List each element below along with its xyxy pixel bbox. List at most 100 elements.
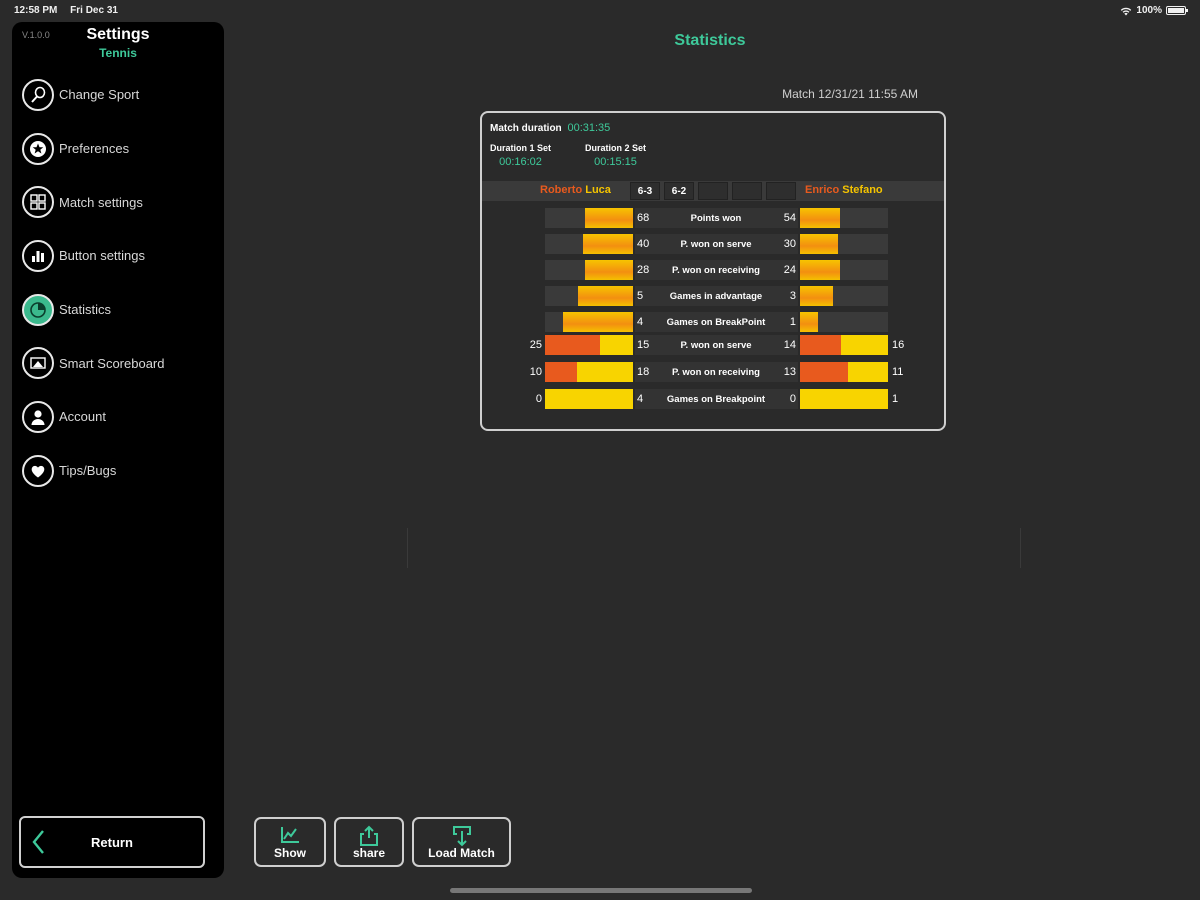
share-icon	[360, 825, 378, 846]
stat-row: 40 P. won on serve 30	[482, 234, 944, 256]
sidebar-item-account[interactable]: Account	[22, 390, 222, 444]
set1-duration: Duration 1 Set 00:16:02	[490, 143, 551, 168]
home-indicator[interactable]	[450, 888, 752, 893]
stat-left-value: 4	[637, 316, 644, 328]
sidebar-item-change-sport[interactable]: Change Sport	[22, 68, 222, 122]
left-split-bar	[545, 362, 633, 382]
sidebar-item-label: Tips/Bugs	[59, 463, 117, 479]
scoreboard-icon	[22, 347, 54, 380]
stat-row: 5 Games in advantage 3	[482, 286, 944, 308]
sidebar-item-tips-bugs[interactable]: Tips/Bugs	[22, 444, 222, 498]
right-split-bar	[800, 389, 888, 409]
stat-left-value: 28	[637, 264, 650, 276]
stat-left-value: 4	[637, 393, 644, 405]
stat-right-value: 0	[789, 393, 796, 405]
battery-icon	[1166, 6, 1188, 15]
stat-label: Games in advantage	[669, 291, 763, 302]
sidebar-title: Settings	[86, 26, 150, 43]
match-date: Match 12/31/21 11:55 AM	[782, 87, 918, 101]
stat-right-outer-value: 16	[892, 339, 905, 351]
match-duration-value: 00:31:35	[567, 122, 611, 134]
show-label: Show	[274, 846, 306, 860]
stat-right-value: 30	[783, 238, 796, 250]
stat-row: 25 15 P. won on serve 14 16	[482, 335, 944, 357]
sidebar-item-match-settings[interactable]: Match settings	[22, 175, 222, 229]
star-icon	[22, 132, 54, 165]
set-score	[732, 182, 762, 200]
status-date: Fri Dec 31	[70, 5, 118, 16]
right-split-bar	[800, 362, 888, 382]
set2-duration: Duration 2 Set 00:15:15	[585, 143, 646, 168]
set1-duration-label: Duration 1 Set	[490, 143, 552, 153]
stat-label: P. won on receiving	[672, 367, 760, 378]
stat-right-value: 3	[789, 290, 796, 302]
right-bar	[800, 260, 840, 280]
heart-icon	[22, 454, 54, 487]
stat-label: Games on Breakpoint	[666, 394, 766, 405]
player1-name: Roberto Luca	[540, 184, 611, 196]
right-split-bar	[800, 335, 888, 355]
stat-right-outer-value: 1	[892, 393, 899, 405]
left-bar	[578, 286, 633, 306]
player2-first-name: Enrico	[805, 184, 840, 196]
sidebar-subtitle: Tennis	[99, 46, 137, 60]
sidebar-item-label: Match settings	[59, 194, 143, 210]
stat-row: 4 Games on BreakPoint 1	[482, 312, 944, 334]
load-match-button[interactable]: Load Match	[412, 817, 511, 867]
set-score	[766, 182, 796, 200]
settings-menu: Change Sport Preferences Match settings …	[22, 68, 222, 498]
racket-icon	[22, 78, 54, 111]
user-icon	[22, 400, 54, 433]
stat-row: 10 18 P. won on receiving 13 11	[482, 362, 944, 384]
stat-left-value: 40	[637, 238, 650, 250]
sidebar-item-statistics[interactable]: Statistics	[22, 283, 222, 337]
stat-right-value: 14	[783, 339, 796, 351]
stat-right-outer-value: 11	[892, 366, 904, 378]
sidebar-item-label: Change Sport	[59, 87, 140, 103]
left-split-bar	[545, 335, 633, 355]
stat-left-outer-value: 25	[529, 339, 542, 351]
chart-icon	[281, 827, 299, 843]
status-bar: 12:58 PM Fri Dec 31 100%	[0, 0, 1200, 20]
status-time: 12:58 PM	[14, 5, 58, 16]
stat-row: 68 Points won 54	[482, 208, 944, 230]
match-duration: Match duration 00:31:35	[490, 122, 610, 134]
set-score: 6-3	[630, 182, 660, 200]
sidebar-item-button-settings[interactable]: Button settings	[22, 229, 222, 283]
left-bar	[583, 234, 633, 254]
stat-left-value: 68	[637, 212, 650, 224]
share-label: share	[352, 846, 386, 860]
left-bar	[585, 208, 633, 228]
show-button[interactable]: Show	[254, 817, 326, 867]
right-bar	[800, 312, 818, 332]
left-split-bar	[545, 389, 633, 409]
puzzle-icon	[22, 186, 54, 219]
statistics-card: Match duration 00:31:35 Duration 1 Set 0…	[480, 111, 946, 431]
battery-percent: 100%	[1136, 5, 1162, 16]
set-score	[698, 182, 728, 200]
buttons-icon	[22, 239, 54, 272]
right-bar	[800, 208, 840, 228]
set2-duration-label: Duration 2 Set	[585, 143, 647, 153]
right-bar	[800, 234, 838, 254]
pie-chart-icon	[22, 293, 54, 326]
return-button[interactable]: Return	[19, 816, 205, 868]
players-header: Roberto Luca 6-3 6-2 Enrico Stefano	[482, 181, 944, 201]
set1-duration-value: 00:16:02	[499, 156, 542, 168]
player1-first-name: Roberto	[540, 184, 583, 196]
stat-left-value: 18	[637, 366, 650, 378]
sidebar-item-label: Statistics	[59, 302, 112, 318]
stat-left-outer-value: 10	[529, 366, 542, 378]
share-button[interactable]: share	[334, 817, 404, 867]
sidebar-item-smart-scoreboard[interactable]: Smart Scoreboard	[22, 336, 222, 390]
divider	[1020, 528, 1021, 568]
sidebar-item-preferences[interactable]: Preferences	[22, 122, 222, 176]
load-match-label: Load Match	[428, 846, 495, 860]
stat-right-value: 24	[783, 264, 796, 276]
stat-label: P. won on serve	[680, 340, 752, 351]
stat-label: Points won	[690, 213, 742, 224]
stat-label: Games on BreakPoint	[666, 317, 766, 328]
stat-left-outer-value: 0	[535, 393, 542, 405]
sidebar-item-label: Preferences	[59, 141, 130, 157]
sidebar-item-label: Account	[59, 409, 106, 425]
